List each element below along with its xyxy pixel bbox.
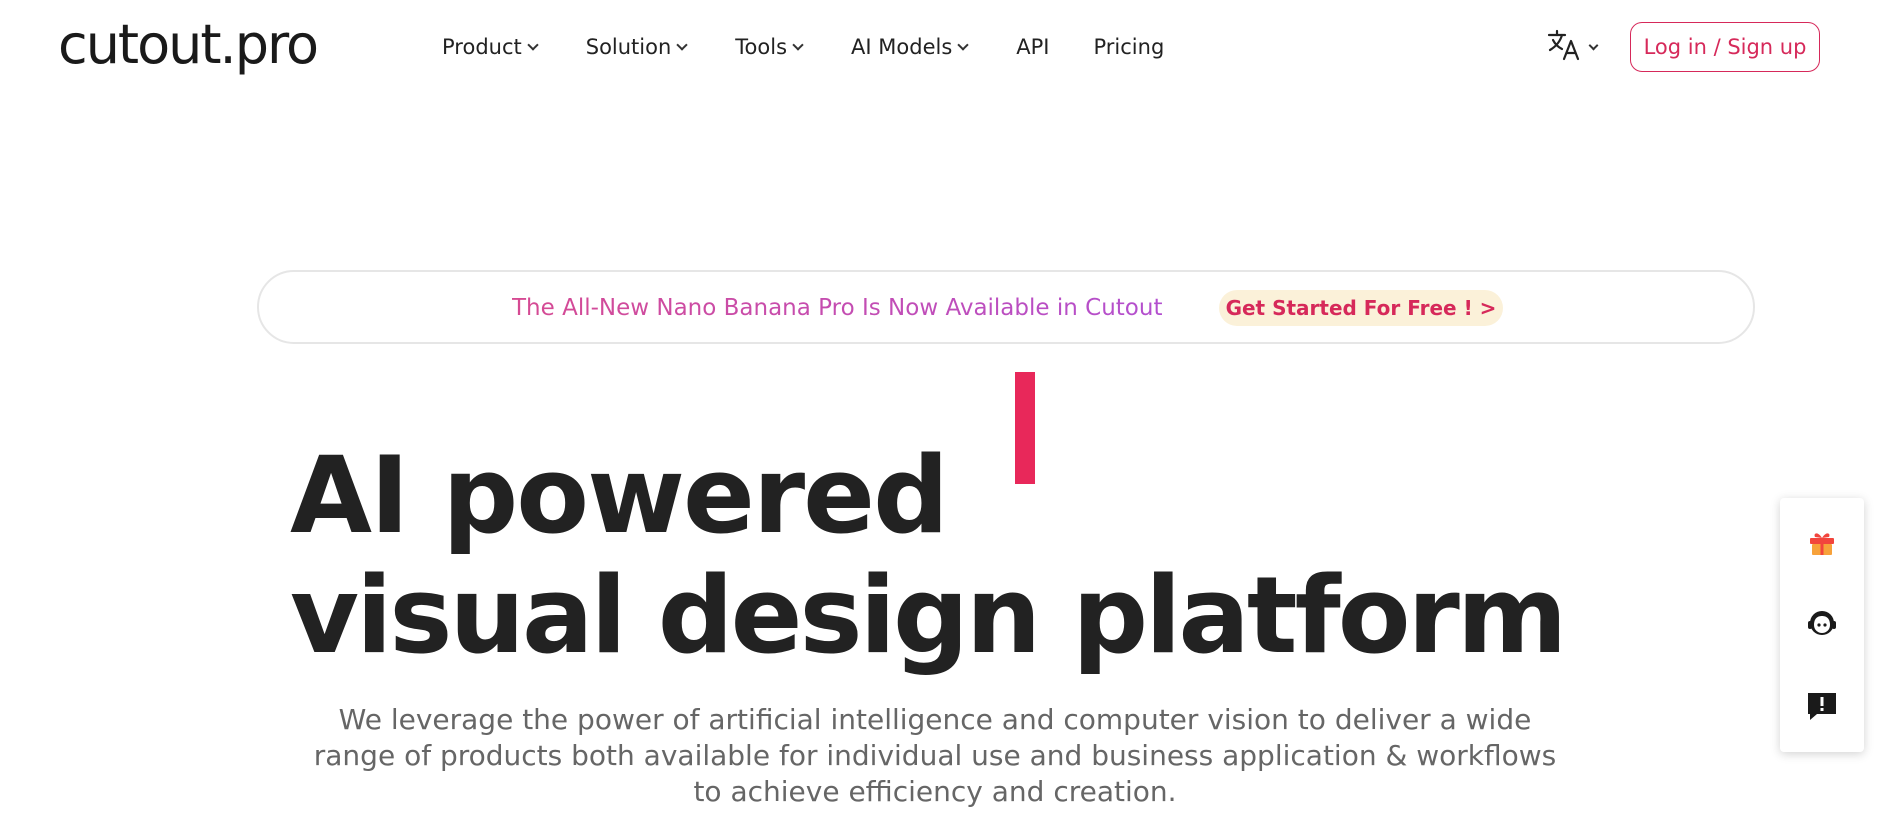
gift-button[interactable] — [1802, 524, 1842, 564]
logo[interactable]: cutout.pro — [58, 10, 319, 80]
nav-item-solution[interactable]: Solution — [585, 35, 688, 59]
chevron-down-icon — [527, 38, 539, 51]
chevron-down-icon — [676, 38, 688, 51]
nav-item-pricing[interactable]: Pricing — [1094, 35, 1165, 59]
nav-item-label: Pricing — [1093, 35, 1165, 59]
nav-item-product[interactable]: Product — [442, 35, 539, 59]
login-signup-button[interactable]: Log in / Sign up — [1630, 22, 1820, 72]
support-button[interactable] — [1802, 604, 1842, 644]
main-nav: Product Solution Tools AI Models API Pri… — [442, 30, 1164, 64]
feedback-button[interactable] — [1802, 688, 1842, 728]
announcement-banner: The All-New Nano Banana Pro Is Now Avail… — [257, 270, 1755, 344]
support-agent-icon — [1805, 605, 1839, 643]
chevron-down-icon — [957, 38, 969, 51]
typing-cursor — [1015, 372, 1035, 484]
nav-item-label: Solution — [585, 35, 672, 59]
get-started-button[interactable]: Get Started For Free ! > — [1219, 290, 1503, 326]
chevron-down-icon — [1588, 40, 1599, 50]
site-header: cutout.pro Product Solution Tools AI Mod… — [0, 0, 1886, 94]
nav-item-api[interactable]: API — [1016, 35, 1049, 59]
floating-side-panel — [1780, 498, 1864, 752]
nav-item-label: Tools — [735, 35, 788, 59]
hero-title-line2: visual design platform — [290, 554, 1567, 678]
nav-item-ai-models[interactable]: AI Models — [851, 35, 969, 59]
hero-description: We leverage the power of artificial inte… — [313, 703, 1557, 808]
hero-title-line1: AI powered — [290, 434, 949, 558]
chevron-down-icon — [792, 38, 804, 51]
banner-text[interactable]: The All-New Nano Banana Pro Is Now Avail… — [512, 292, 1162, 324]
nav-item-tools[interactable]: Tools — [735, 35, 804, 59]
language-selector[interactable] — [1546, 28, 1599, 66]
gift-icon — [1806, 526, 1838, 562]
nav-item-label: Product — [442, 35, 522, 59]
translate-icon — [1546, 28, 1582, 66]
nav-item-label: AI Models — [851, 35, 953, 59]
feedback-icon — [1805, 689, 1839, 727]
nav-item-label: API — [1016, 35, 1050, 59]
